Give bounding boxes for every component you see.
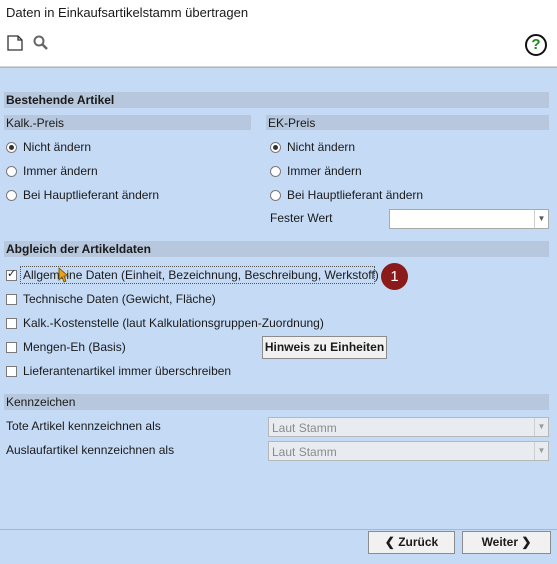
checkbox-mengen-eh[interactable] bbox=[6, 342, 17, 353]
auslaufartikel-label: Auslaufartikel kennzeichnen als bbox=[6, 443, 175, 457]
ek-radio-hauptlieferant[interactable] bbox=[270, 190, 281, 201]
toolbar bbox=[0, 26, 557, 67]
chevron-right-icon: ❯ bbox=[521, 535, 532, 549]
kalk-radio-nicht-aendern[interactable] bbox=[6, 142, 17, 153]
next-label: Weiter bbox=[481, 535, 519, 549]
window-title: Daten in Einkaufsartikelstamm übertragen bbox=[6, 5, 249, 20]
annotation-badge: 1 bbox=[381, 263, 408, 290]
checkbox-lieferantenartikel[interactable] bbox=[6, 366, 17, 377]
checkbox-label: Technische Daten (Gewicht, Fläche) bbox=[23, 292, 216, 306]
checkbox-technische-daten[interactable] bbox=[6, 294, 17, 305]
ek-radio-nicht-aendern[interactable] bbox=[270, 142, 281, 153]
chevron-left-icon: ❮ bbox=[384, 535, 395, 549]
checkbox-kalk-kostenstelle[interactable] bbox=[6, 318, 17, 329]
new-document-icon[interactable] bbox=[6, 34, 26, 54]
auslaufartikel-select[interactable]: Laut Stamm ▼ bbox=[268, 441, 549, 461]
tote-artikel-value: Laut Stamm bbox=[272, 421, 337, 435]
section-abgleich: Abgleich der Artikeldaten bbox=[4, 241, 549, 257]
tote-artikel-select[interactable]: Laut Stamm ▼ bbox=[268, 417, 549, 437]
footer-bar: ❮ Zurück Weiter ❯ bbox=[0, 529, 557, 564]
kalk-preis-title: Kalk.-Preis bbox=[6, 116, 65, 130]
section-bestehende-artikel: Bestehende Artikel bbox=[4, 92, 549, 108]
fester-wert-select[interactable]: ▼ bbox=[389, 209, 549, 229]
ek-option-label: Nicht ändern bbox=[287, 140, 356, 154]
back-button[interactable]: ❮ Zurück bbox=[368, 531, 455, 554]
ek-preis-header: EK-Preis bbox=[266, 115, 549, 130]
kalk-radio-immer-aendern[interactable] bbox=[6, 166, 17, 177]
main-content: Bestehende Artikel Kalk.-Preis EK-Preis … bbox=[0, 67, 557, 530]
chevron-down-icon[interactable]: ▼ bbox=[534, 418, 548, 436]
section-title: Kennzeichen bbox=[6, 395, 76, 409]
kalk-option-label: Immer ändern bbox=[23, 164, 98, 178]
mouse-cursor-icon bbox=[58, 267, 70, 286]
checkbox-label: Kalk.-Kostenstelle (laut Kalkulationsgru… bbox=[23, 316, 324, 330]
kalk-option-label: Bei Hauptlieferant ändern bbox=[23, 188, 160, 202]
checkbox-label: Lieferantenartikel immer überschreiben bbox=[23, 364, 232, 378]
section-title: Bestehende Artikel bbox=[6, 93, 115, 107]
ek-option-label: Immer ändern bbox=[287, 164, 362, 178]
back-label: Zurück bbox=[398, 535, 439, 549]
help-icon[interactable]: ? bbox=[525, 34, 547, 56]
kalk-radio-hauptlieferant[interactable] bbox=[6, 190, 17, 201]
search-icon[interactable] bbox=[32, 34, 52, 54]
checkbox-label: Mengen-Eh (Basis) bbox=[23, 340, 126, 354]
title-bar: Daten in Einkaufsartikelstamm übertragen bbox=[0, 0, 557, 26]
checkbox-allgemeine-daten[interactable] bbox=[6, 267, 17, 281]
ek-radio-immer-aendern[interactable] bbox=[270, 166, 281, 177]
hinweis-einheiten-button[interactable]: Hinweis zu Einheiten bbox=[262, 336, 387, 359]
section-kennzeichen: Kennzeichen bbox=[4, 394, 549, 410]
tote-artikel-label: Tote Artikel kennzeichnen als bbox=[6, 419, 161, 433]
next-button[interactable]: Weiter ❯ bbox=[462, 531, 551, 554]
ek-preis-title: EK-Preis bbox=[268, 116, 316, 130]
auslaufartikel-value: Laut Stamm bbox=[272, 445, 337, 459]
fester-wert-label: Fester Wert bbox=[270, 211, 333, 225]
section-title: Abgleich der Artikeldaten bbox=[6, 242, 151, 256]
kalk-option-label: Nicht ändern bbox=[23, 140, 92, 154]
checkbox-label: Allgemeine Daten (Einheit, Bezeichnung, … bbox=[23, 268, 379, 282]
chevron-down-icon[interactable]: ▼ bbox=[534, 210, 548, 228]
chevron-down-icon[interactable]: ▼ bbox=[534, 442, 548, 460]
ek-option-label: Bei Hauptlieferant ändern bbox=[287, 188, 424, 202]
kalk-preis-header: Kalk.-Preis bbox=[4, 115, 251, 130]
